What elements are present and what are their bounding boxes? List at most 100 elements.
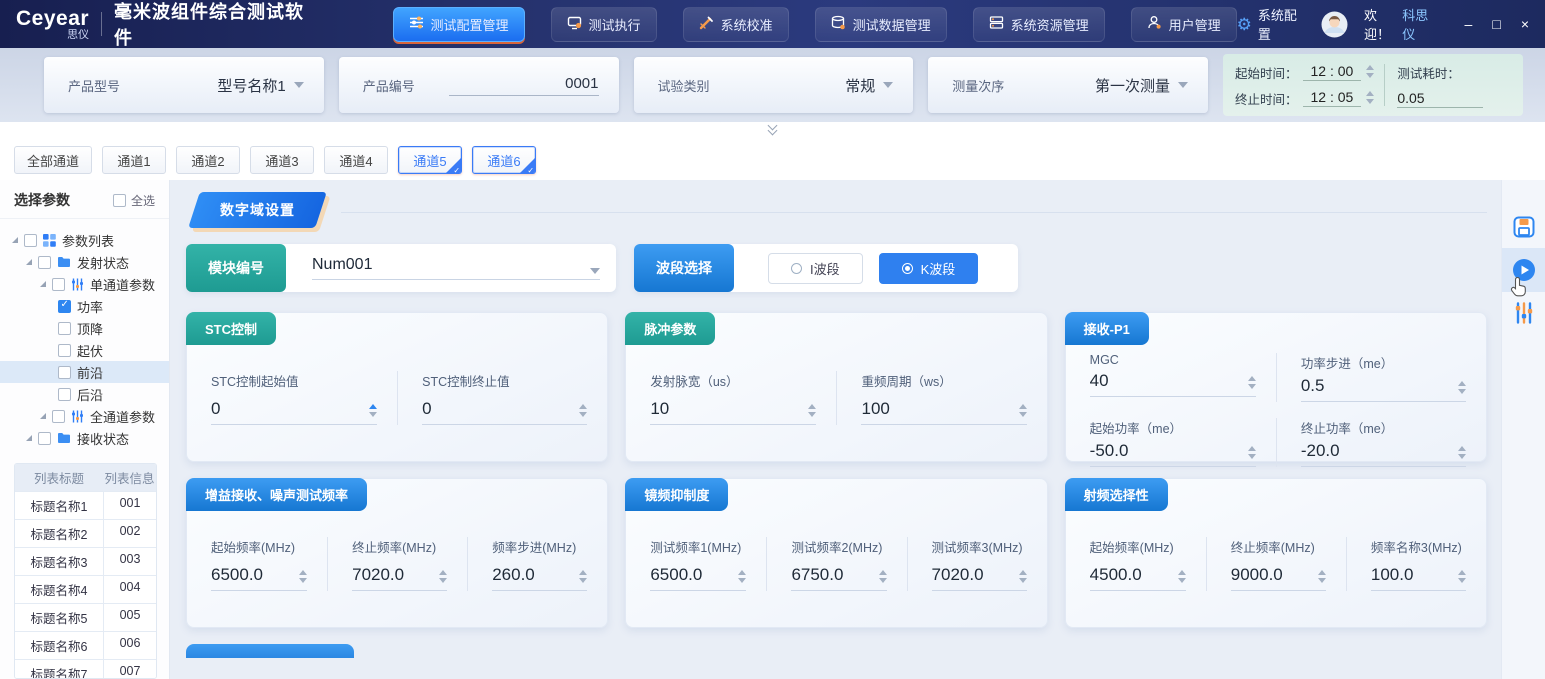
stepper[interactable]: [1178, 570, 1186, 585]
system-config-button[interactable]: ⚙ 系统配置: [1237, 5, 1305, 43]
table-row[interactable]: 标题名称1001: [15, 491, 156, 519]
avatar[interactable]: [1321, 11, 1348, 38]
tree-node-param-list[interactable]: 参数列表: [0, 229, 169, 251]
number-input[interactable]: -20.0: [1301, 441, 1466, 467]
table-row[interactable]: 标题名称6006: [15, 631, 156, 659]
number-input[interactable]: 0: [422, 399, 587, 425]
checkbox-checked[interactable]: [58, 300, 71, 313]
band-option-k[interactable]: K波段: [879, 253, 979, 284]
tree-node-fluctuation[interactable]: 起伏: [0, 339, 169, 361]
product-number-field[interactable]: 产品编号 0001: [339, 57, 619, 113]
tree-node-trailing-edge[interactable]: 后沿: [0, 383, 169, 405]
tree-node-transmit-state[interactable]: 发射状态: [0, 251, 169, 273]
table-row[interactable]: 标题名称7007: [15, 659, 156, 679]
run-button[interactable]: [1502, 248, 1545, 292]
checkbox[interactable]: [58, 344, 71, 357]
select-all-toggle[interactable]: 全选: [113, 192, 155, 209]
checkbox[interactable]: [24, 234, 37, 247]
table-row[interactable]: 标题名称2002: [15, 519, 156, 547]
number-input[interactable]: 9000.0: [1231, 565, 1326, 591]
stepper[interactable]: [369, 404, 377, 419]
number-input[interactable]: 6750.0: [791, 565, 886, 591]
tree-node-single-channel-params[interactable]: 单通道参数: [0, 273, 169, 295]
nav-tab-test-execute[interactable]: 测试执行: [551, 7, 657, 42]
stepper[interactable]: [1318, 570, 1326, 585]
save-button[interactable]: [1502, 206, 1545, 248]
number-input[interactable]: 10: [650, 399, 816, 425]
number-input[interactable]: -50.0: [1090, 441, 1256, 467]
checkbox[interactable]: [52, 410, 65, 423]
number-input[interactable]: 7020.0: [932, 565, 1027, 591]
table-row[interactable]: 标题名称4004: [15, 575, 156, 603]
nav-tab-user-management[interactable]: 用户管理: [1131, 7, 1237, 42]
stepper[interactable]: [1458, 381, 1466, 396]
number-input[interactable]: 0: [211, 399, 377, 425]
table-row[interactable]: 标题名称3003: [15, 547, 156, 575]
stepper[interactable]: [1019, 404, 1027, 419]
start-time-input[interactable]: 12 : 00: [1303, 63, 1362, 81]
channel-tab-6[interactable]: 通道6: [472, 146, 536, 174]
stepper[interactable]: [738, 570, 746, 585]
tree-node-power[interactable]: 功率: [0, 295, 169, 317]
number-input[interactable]: 0.5: [1301, 376, 1466, 402]
test-category-field[interactable]: 试验类别 常规: [634, 57, 914, 113]
end-time-stepper[interactable]: [1366, 91, 1374, 106]
number-input[interactable]: 7020.0: [352, 565, 447, 591]
channel-tab-3[interactable]: 通道3: [250, 146, 314, 174]
band-option-i[interactable]: I波段: [768, 253, 863, 284]
number-input[interactable]: 260.0: [492, 565, 587, 591]
number-input[interactable]: 40: [1090, 371, 1256, 397]
stepper[interactable]: [299, 570, 307, 585]
product-model-field[interactable]: 产品型号 型号名称1: [44, 57, 324, 113]
table-row[interactable]: 标题名称5005: [15, 603, 156, 631]
end-time-input[interactable]: 12 : 05: [1303, 89, 1362, 107]
checkbox[interactable]: [38, 432, 51, 445]
expander-icon[interactable]: [40, 413, 46, 419]
product-model-select[interactable]: 型号名称1: [217, 75, 303, 96]
expander-icon[interactable]: [26, 259, 32, 265]
stepper[interactable]: [1248, 446, 1256, 461]
checkbox[interactable]: [58, 366, 71, 379]
channel-tab-all[interactable]: 全部通道: [14, 146, 92, 174]
maximize-button[interactable]: □: [1492, 17, 1500, 31]
measure-order-select[interactable]: 第一次测量: [1095, 75, 1188, 96]
stepper[interactable]: [1019, 570, 1027, 585]
number-input[interactable]: 100: [861, 399, 1026, 425]
stepper[interactable]: [1458, 570, 1466, 585]
tree-node-all-channel-params[interactable]: 全通道参数: [0, 405, 169, 427]
number-input[interactable]: 6500.0: [650, 565, 746, 591]
nav-tab-system-calibration[interactable]: 系统校准: [683, 7, 789, 42]
minimize-button[interactable]: –: [1465, 17, 1473, 31]
stepper[interactable]: [808, 404, 816, 419]
test-category-select[interactable]: 常规: [845, 75, 893, 96]
number-input[interactable]: 100.0: [1371, 565, 1466, 591]
stepper[interactable]: [579, 404, 587, 419]
expander-icon[interactable]: [40, 281, 46, 287]
collapse-panel-button[interactable]: [721, 122, 825, 137]
channel-tab-4[interactable]: 通道4: [324, 146, 388, 174]
channel-tab-1[interactable]: 通道1: [102, 146, 166, 174]
start-time-stepper[interactable]: [1366, 65, 1374, 80]
stepper[interactable]: [879, 570, 887, 585]
number-input[interactable]: 6500.0: [211, 565, 307, 591]
parameters-button[interactable]: [1502, 292, 1545, 334]
number-input[interactable]: 4500.0: [1090, 565, 1186, 591]
module-number-select[interactable]: Num001: [312, 256, 600, 280]
product-number-input[interactable]: 0001: [449, 75, 599, 96]
nav-tab-test-config[interactable]: 测试配置管理: [393, 7, 525, 42]
checkbox[interactable]: [38, 256, 51, 269]
checkbox[interactable]: [113, 194, 126, 207]
stepper[interactable]: [1458, 446, 1466, 461]
stepper[interactable]: [579, 570, 587, 585]
channel-tab-2[interactable]: 通道2: [176, 146, 240, 174]
stepper[interactable]: [1248, 376, 1256, 391]
channel-tab-5[interactable]: 通道5: [398, 146, 462, 174]
username[interactable]: 科思仪: [1402, 5, 1438, 43]
tree-node-leading-edge[interactable]: 前沿: [0, 361, 169, 383]
nav-tab-test-data[interactable]: 测试数据管理: [815, 7, 947, 42]
checkbox[interactable]: [52, 278, 65, 291]
checkbox[interactable]: [58, 322, 71, 335]
stepper[interactable]: [439, 570, 447, 585]
checkbox[interactable]: [58, 388, 71, 401]
measure-order-field[interactable]: 测量次序 第一次测量: [928, 57, 1208, 113]
